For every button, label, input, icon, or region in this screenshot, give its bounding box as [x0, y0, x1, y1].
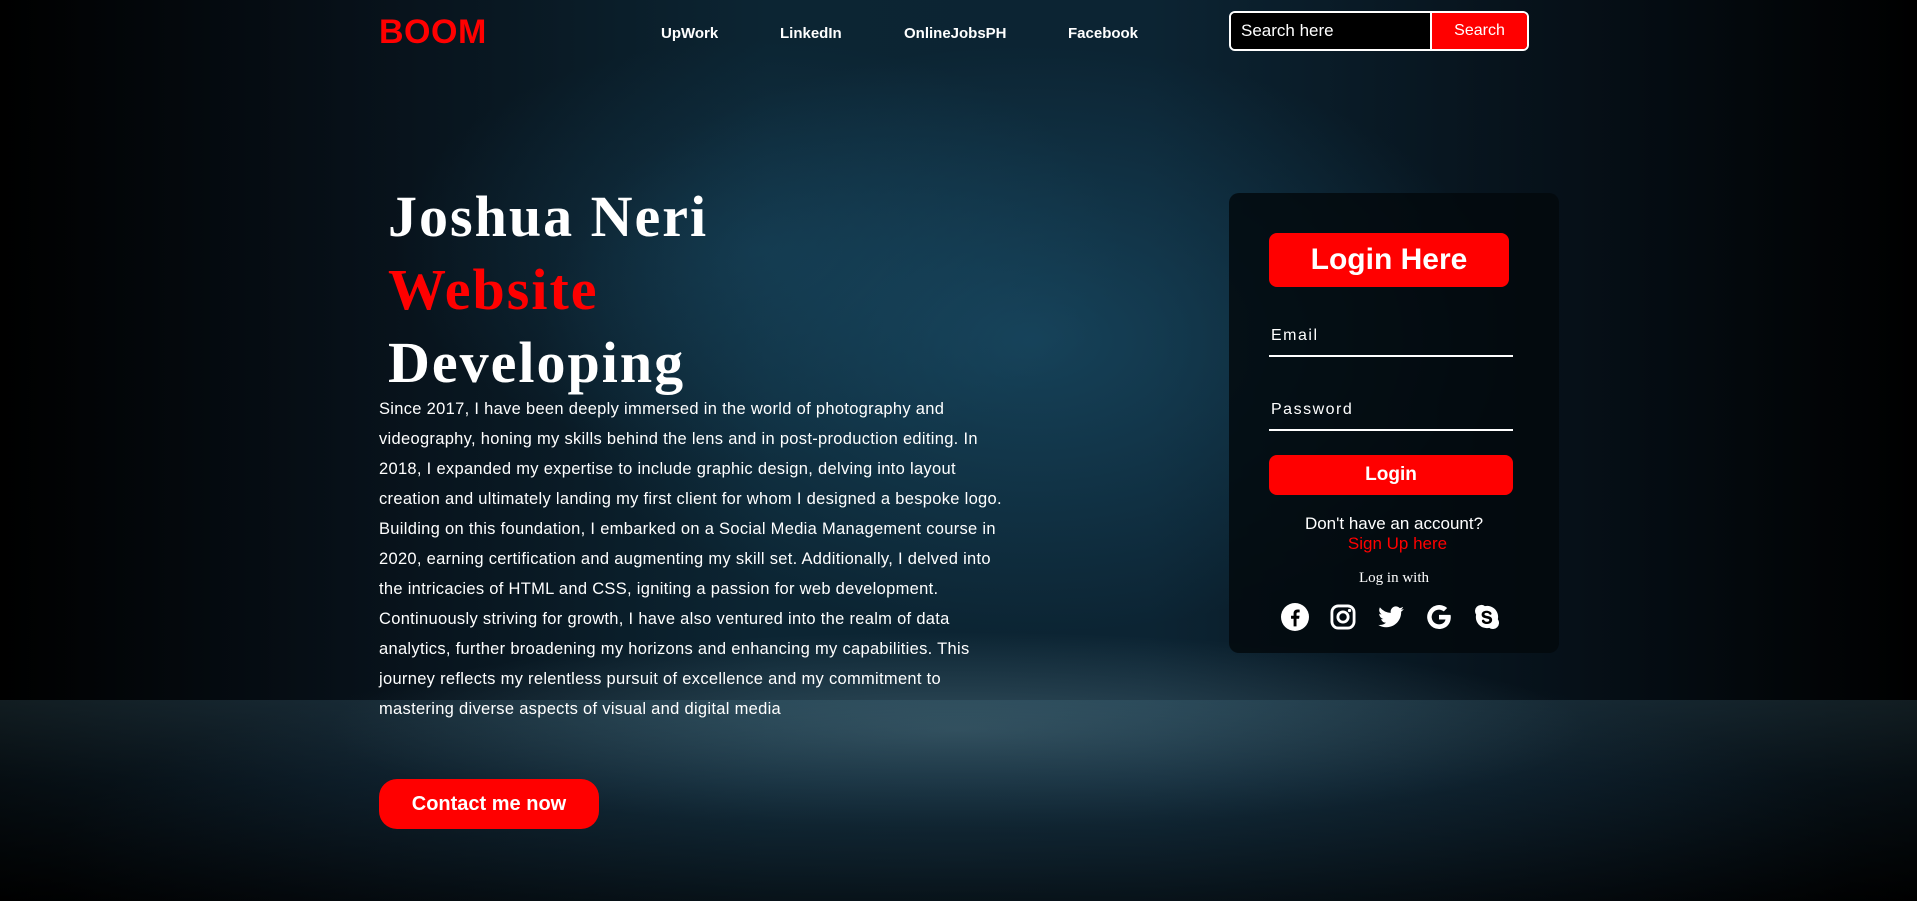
- nav-link-linkedin[interactable]: LinkedIn: [780, 25, 842, 42]
- background-floor: [0, 700, 1917, 901]
- signup-question: Don't have an account?: [1304, 514, 1484, 533]
- login-with-label: Log in with: [1359, 570, 1429, 586]
- search-button[interactable]: Search: [1432, 13, 1527, 49]
- password-field[interactable]: [1269, 391, 1513, 429]
- hero-subtitle: Developing: [388, 330, 686, 395]
- twitter-icon[interactable]: [1377, 603, 1405, 631]
- nav-link-facebook[interactable]: Facebook: [1068, 25, 1138, 42]
- email-field[interactable]: [1269, 317, 1513, 355]
- hero-name: Joshua Neri: [388, 184, 709, 249]
- contact-me-button[interactable]: Contact me now: [379, 779, 599, 829]
- password-field-wrapper: [1269, 391, 1513, 431]
- search-input[interactable]: [1231, 13, 1432, 49]
- signup-link[interactable]: Sign Up here: [1229, 534, 1566, 554]
- facebook-icon[interactable]: [1281, 603, 1309, 631]
- login-title: Login Here: [1269, 233, 1509, 287]
- hero-highlight: Website: [388, 257, 599, 322]
- nav-link-onlinejobsph[interactable]: OnlineJobsPH: [904, 25, 1007, 42]
- google-icon[interactable]: [1425, 603, 1453, 631]
- search-bar: Search: [1229, 11, 1529, 51]
- skype-icon[interactable]: [1473, 603, 1501, 631]
- login-button[interactable]: Login: [1269, 455, 1513, 495]
- login-card: Login Here Login Don't have an account? …: [1229, 193, 1559, 653]
- email-field-wrapper: [1269, 317, 1513, 357]
- about-paragraph: Since 2017, I have been deeply immersed …: [379, 400, 1002, 718]
- site-logo[interactable]: BOOM: [379, 13, 487, 52]
- instagram-icon[interactable]: [1329, 603, 1357, 631]
- hero-title: Joshua Neri Website Developing: [388, 180, 708, 399]
- social-login-icons: [1281, 603, 1501, 631]
- nav-link-upwork[interactable]: UpWork: [661, 25, 718, 42]
